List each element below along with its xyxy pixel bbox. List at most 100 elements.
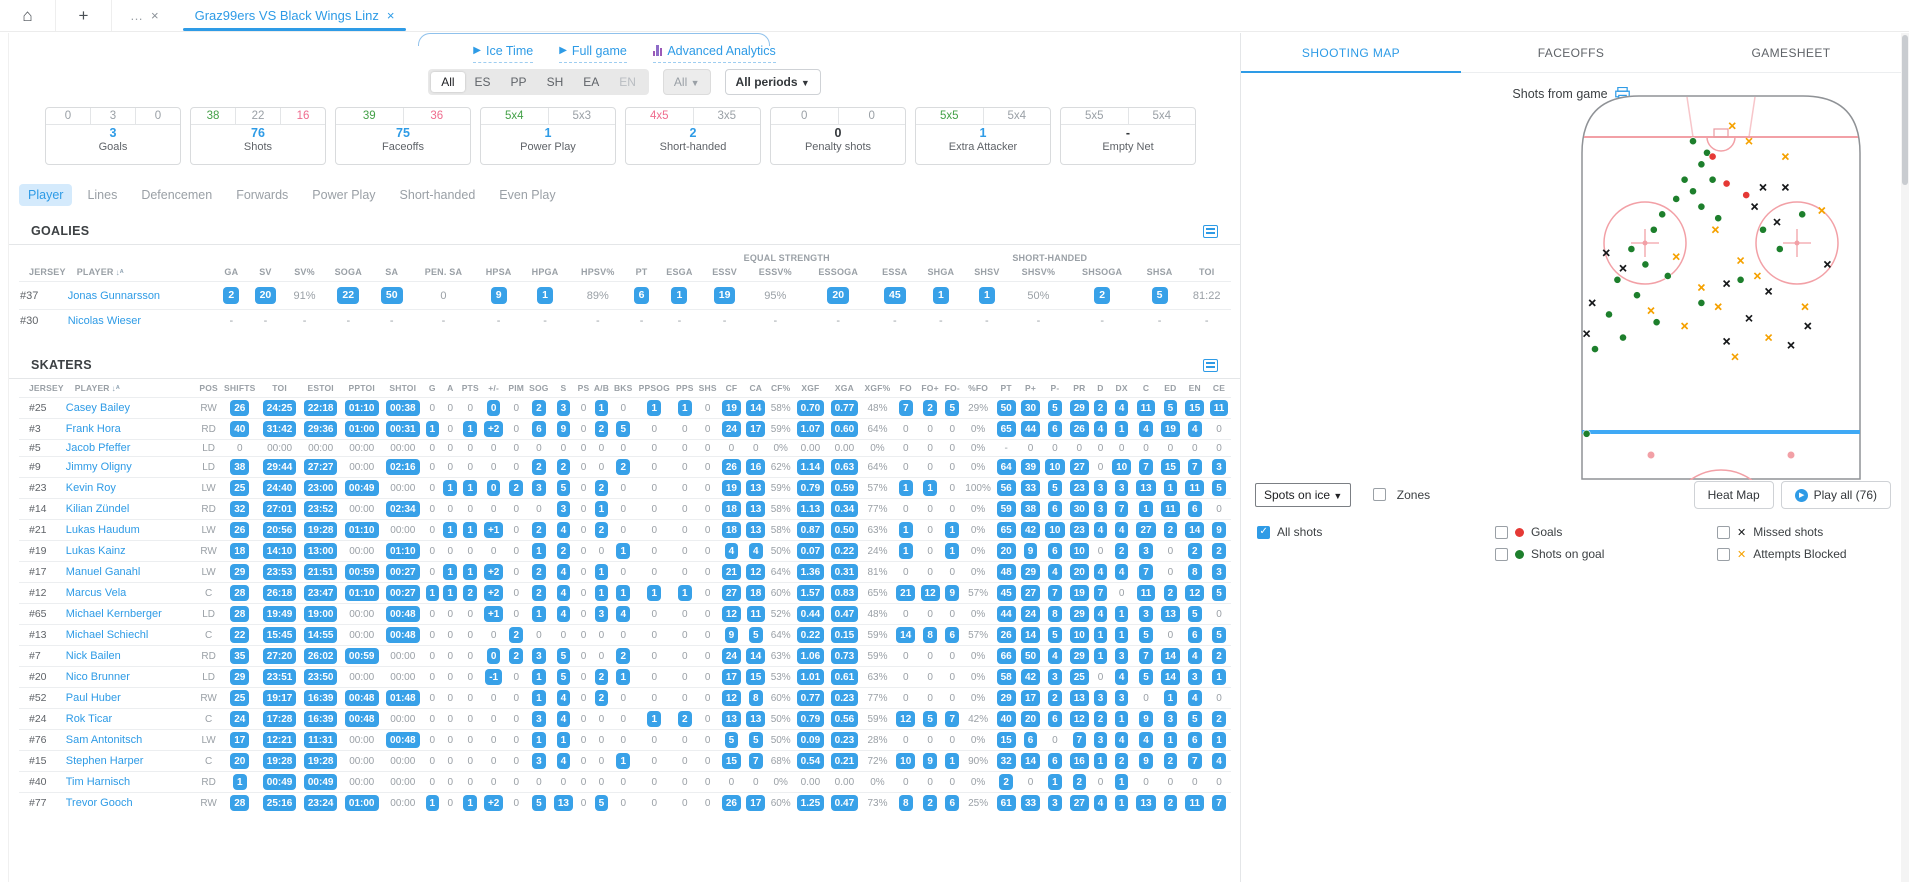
table-row[interactable]: #77Trevor GoochRW2825:1623:2401:0000:001…	[19, 793, 1231, 814]
tab-gamesheet[interactable]: GAMESHEET	[1681, 33, 1901, 72]
player-link[interactable]: Nico Brunner	[65, 667, 197, 688]
col-header[interactable]: PT	[627, 263, 656, 282]
col-header[interactable]: ESSOGA	[804, 263, 872, 282]
player-link[interactable]: Michael Schiechl	[65, 625, 197, 646]
col-header[interactable]: CE	[1207, 379, 1231, 398]
player-link[interactable]: Paul Huber	[65, 688, 197, 709]
col-header[interactable]: PR	[1067, 379, 1091, 398]
player-link[interactable]: Sam Antonitsch	[65, 730, 197, 751]
player-link[interactable]: Michael Kernberger	[65, 604, 197, 625]
player-link[interactable]: Jonas Gunnarsson	[67, 282, 217, 310]
view-tab-player[interactable]: Player	[19, 184, 72, 206]
col-header[interactable]: XGF	[793, 379, 827, 398]
col-header[interactable]: TOI	[259, 379, 300, 398]
col-header[interactable]: ESGA	[656, 263, 702, 282]
shot-on-goal-marker[interactable]	[1715, 215, 1722, 222]
player-link[interactable]: Stephen Harper	[65, 751, 197, 772]
team-dropdown[interactable]: All ▼	[663, 69, 711, 95]
link-advanced-analytics[interactable]: Advanced Analytics	[653, 41, 776, 63]
goal-marker[interactable]	[1709, 153, 1716, 160]
table-row[interactable]: #20Nico BrunnerLD2923:5123:5000:0000:000…	[19, 667, 1231, 688]
strength-tab-en[interactable]: EN	[609, 72, 646, 92]
col-header[interactable]: C	[1134, 379, 1158, 398]
col-header[interactable]: SV%	[285, 263, 324, 282]
tab-shooting-map[interactable]: SHOOTING MAP	[1241, 33, 1461, 72]
col-header[interactable]: PS	[576, 379, 592, 398]
col-header[interactable]: SHGA	[917, 263, 964, 282]
strength-tab-all[interactable]: All	[431, 72, 464, 92]
shot-on-goal-marker[interactable]	[1689, 138, 1696, 145]
table-row[interactable]: #37Jonas Gunnarsson22091%225009189%61199…	[19, 282, 1231, 310]
col-header[interactable]: P-	[1043, 379, 1067, 398]
col-header[interactable]: ESSA	[872, 263, 917, 282]
col-header[interactable]: SHSV	[964, 263, 1009, 282]
col-header[interactable]: %FO	[962, 379, 994, 398]
table-row[interactable]: #52Paul HuberRW2519:1716:3900:4801:48000…	[19, 688, 1231, 709]
col-header[interactable]: PEN. SA	[411, 263, 476, 282]
player-link[interactable]: Manuel Ganahl	[65, 562, 197, 583]
player-link[interactable]: Jimmy Oligny	[65, 457, 197, 478]
col-header[interactable]: S	[551, 379, 575, 398]
shot-on-goal-marker[interactable]	[1709, 176, 1716, 183]
table-row[interactable]: #7Nick BailenRD3527:2026:0200:5900:00000…	[19, 646, 1231, 667]
close-icon[interactable]: ×	[387, 8, 395, 23]
columns-settings-icon[interactable]	[1203, 225, 1218, 238]
shot-on-goal-marker[interactable]	[1591, 346, 1598, 353]
shot-on-goal-marker[interactable]	[1614, 276, 1621, 283]
view-tab-defencemen[interactable]: Defencemen	[132, 184, 221, 206]
col-header[interactable]: PPTOI	[341, 379, 382, 398]
col-header[interactable]: SHSA	[1137, 263, 1183, 282]
col-header[interactable]: SHIFTS	[220, 379, 259, 398]
col-header[interactable]: CF%	[768, 379, 793, 398]
col-header[interactable]: PTS	[459, 379, 481, 398]
shots-on-goal-checkbox[interactable]	[1495, 548, 1508, 561]
shot-on-goal-marker[interactable]	[1681, 176, 1688, 183]
col-header[interactable]: A	[441, 379, 459, 398]
table-row[interactable]: #13Michael SchiechlC2215:4514:5500:0000:…	[19, 625, 1231, 646]
browser-tab[interactable]: … ×	[112, 0, 177, 31]
col-header[interactable]: ESSV%	[747, 263, 804, 282]
shot-on-goal-marker[interactable]	[1776, 245, 1783, 252]
shot-on-goal-marker[interactable]	[1633, 292, 1640, 299]
table-row[interactable]: #65Michael KernbergerLD2819:4919:0000:00…	[19, 604, 1231, 625]
view-tab-even-play[interactable]: Even Play	[490, 184, 564, 206]
player-link[interactable]: Frank Hora	[65, 419, 197, 440]
col-header[interactable]: ESSV	[703, 263, 747, 282]
player-link[interactable]: Nicolas Wieser	[67, 310, 217, 333]
col-header[interactable]: PIM	[506, 379, 526, 398]
shot-on-goal-marker[interactable]	[1673, 195, 1680, 202]
shot-on-goal-marker[interactable]	[1698, 161, 1705, 168]
col-header[interactable]: SHTOI	[382, 379, 423, 398]
shot-on-goal-marker[interactable]	[1737, 276, 1744, 283]
col-header[interactable]: G	[423, 379, 441, 398]
col-header[interactable]: JERSEY	[19, 263, 67, 282]
col-header[interactable]: ED	[1158, 379, 1182, 398]
table-row[interactable]: #14Kilian ZündelRD3227:0123:5200:0002:34…	[19, 499, 1231, 520]
table-row[interactable]: #9Jimmy OlignyLD3829:4427:2700:0002:1600…	[19, 457, 1231, 478]
shot-on-goal-marker[interactable]	[1698, 203, 1705, 210]
view-tab-forwards[interactable]: Forwards	[227, 184, 297, 206]
col-header[interactable]: SHS	[696, 379, 719, 398]
period-dropdown[interactable]: All periods ▼	[725, 69, 821, 95]
missed-shots-checkbox[interactable]	[1717, 526, 1730, 539]
zones-checkbox[interactable]	[1373, 488, 1386, 501]
view-tab-power-play[interactable]: Power Play	[303, 184, 384, 206]
shot-on-goal-marker[interactable]	[1619, 334, 1626, 341]
browser-tab[interactable]: Graz99ers VS Black Wings Linz ×	[177, 0, 413, 31]
table-row[interactable]: #40Tim HarnischRD100:4900:4900:0000:0000…	[19, 772, 1231, 793]
table-row[interactable]: #19Lukas KainzRW1814:1013:0000:0001:1000…	[19, 541, 1231, 562]
link-ice-time[interactable]: ▶ Ice Time	[473, 41, 533, 63]
scrollbar[interactable]	[1901, 33, 1909, 882]
table-row[interactable]: #24Rok TicarC2417:2816:3900:4800:0000000…	[19, 709, 1231, 730]
col-header[interactable]: DX	[1109, 379, 1133, 398]
strength-tab-ea[interactable]: EA	[573, 72, 609, 92]
goal-marker[interactable]	[1743, 192, 1750, 199]
col-header[interactable]: CA	[744, 379, 768, 398]
shot-on-goal-marker[interactable]	[1642, 261, 1649, 268]
shot-on-goal-marker[interactable]	[1628, 245, 1635, 252]
shot-on-goal-marker[interactable]	[1659, 211, 1666, 218]
col-header[interactable]: SHSV%	[1009, 263, 1067, 282]
shot-on-goal-marker[interactable]	[1583, 430, 1590, 437]
shot-on-goal-marker[interactable]	[1759, 226, 1766, 233]
table-row[interactable]: #30Nicolas Wieser---------------------	[19, 310, 1231, 333]
